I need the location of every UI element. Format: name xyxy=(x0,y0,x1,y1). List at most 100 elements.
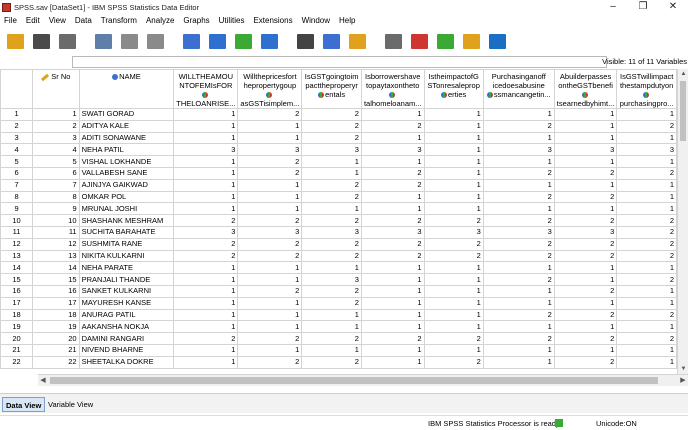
cell-value[interactable]: 1 xyxy=(360,202,425,216)
cell-value[interactable]: 3 xyxy=(237,225,303,239)
cell-value[interactable]: 2 xyxy=(616,332,677,345)
cell-sr-no[interactable]: 7 xyxy=(32,178,80,192)
column-header[interactable]: IstheimpactofG STonresaleprop erties xyxy=(423,69,484,109)
cell-value[interactable]: 2 xyxy=(237,332,303,345)
cell-value[interactable]: 1 xyxy=(616,284,677,298)
cell-value[interactable]: 1 xyxy=(301,155,362,168)
cell-value[interactable]: 1 xyxy=(482,155,555,168)
goto-variable-button[interactable] xyxy=(206,30,228,52)
cell-value[interactable]: 2 xyxy=(360,214,425,227)
cell-sr-no[interactable]: 8 xyxy=(32,190,80,204)
goto-case-button[interactable] xyxy=(180,30,202,52)
cell-value[interactable]: 2 xyxy=(616,225,677,239)
recall-dialog-button[interactable] xyxy=(92,30,114,52)
cell-value[interactable]: 1 xyxy=(482,178,555,192)
cell-name[interactable]: MRUNAL JOSHI xyxy=(78,202,175,216)
scroll-up-arrow-icon[interactable]: ▲ xyxy=(678,69,688,79)
cell-value[interactable]: 1 xyxy=(423,155,484,168)
row-number[interactable]: 4 xyxy=(0,143,34,157)
cell-value[interactable]: 2 xyxy=(482,166,555,180)
menu-analyze[interactable]: Analyze xyxy=(142,14,179,28)
cell-value[interactable]: 1 xyxy=(482,343,555,357)
cell-value[interactable]: 1 xyxy=(360,155,425,168)
scroll-down-arrow-icon[interactable]: ▼ xyxy=(678,364,688,374)
row-number[interactable]: 9 xyxy=(0,202,34,216)
cell-value[interactable]: 1 xyxy=(616,108,677,121)
cell-value[interactable]: 1 xyxy=(553,202,618,216)
cell-name[interactable]: SWATI GORAD xyxy=(78,108,175,121)
cell-value[interactable]: 1 xyxy=(553,320,618,334)
cell-value[interactable]: 2 xyxy=(553,355,618,369)
cell-value[interactable]: 1 xyxy=(173,166,239,180)
row-number[interactable]: 10 xyxy=(0,214,34,227)
cell-sr-no[interactable]: 13 xyxy=(32,249,80,263)
cell-value[interactable]: 1 xyxy=(301,343,362,357)
cell-value[interactable]: 1 xyxy=(173,296,239,310)
cell-value[interactable]: 1 xyxy=(173,343,239,357)
cell-value[interactable]: 2 xyxy=(482,214,555,227)
cell-value[interactable]: 2 xyxy=(553,249,618,263)
cell-value[interactable]: 3 xyxy=(553,225,618,239)
cell-value[interactable]: 2 xyxy=(482,119,555,133)
cell-value[interactable]: 2 xyxy=(237,214,303,227)
cell-value[interactable]: 3 xyxy=(301,273,362,286)
column-header[interactable]: Abuilderpasses ontheGSTbenefi tsearnedbyhi… xyxy=(553,69,618,109)
column-header[interactable]: Sr No xyxy=(32,69,80,109)
cell-value[interactable]: 1 xyxy=(360,355,425,369)
cell-sr-no[interactable]: 1 xyxy=(32,108,80,121)
cell-value[interactable]: 1 xyxy=(360,308,425,322)
menu-window[interactable]: Window xyxy=(298,14,335,28)
cell-name[interactable]: AJINJYA GAIKWAD xyxy=(78,178,175,192)
cell-value[interactable]: 2 xyxy=(482,308,555,322)
cell-value[interactable]: 1 xyxy=(423,131,484,145)
cell-sr-no[interactable]: 15 xyxy=(32,273,80,286)
cell-name[interactable]: NEHA PATIL xyxy=(78,143,175,157)
cell-sr-no[interactable]: 11 xyxy=(32,225,80,239)
cell-value[interactable]: 3 xyxy=(237,143,303,157)
cell-value[interactable]: 1 xyxy=(237,119,303,133)
cell-value[interactable]: 1 xyxy=(237,261,303,275)
cell-value[interactable]: 3 xyxy=(482,143,555,157)
cell-sr-no[interactable]: 14 xyxy=(32,261,80,275)
value-labels-button[interactable] xyxy=(460,30,482,52)
cell-value[interactable]: 1 xyxy=(301,202,362,216)
cell-name[interactable]: ADITYA KALE xyxy=(78,119,175,133)
cell-value[interactable]: 2 xyxy=(237,237,303,251)
cell-value[interactable]: 2 xyxy=(423,355,484,369)
cell-value[interactable]: 1 xyxy=(173,273,239,286)
cell-sr-no[interactable]: 21 xyxy=(32,343,80,357)
cell-value[interactable]: 1 xyxy=(360,273,425,286)
cell-sr-no[interactable]: 2 xyxy=(32,119,80,133)
grid-corner[interactable] xyxy=(0,69,34,109)
redo-button[interactable] xyxy=(144,30,166,52)
cell-sr-no[interactable]: 20 xyxy=(32,332,80,345)
row-number[interactable]: 2 xyxy=(0,119,34,133)
row-number[interactable]: 8 xyxy=(0,190,34,204)
cell-value[interactable]: 1 xyxy=(423,108,484,121)
cell-sr-no[interactable]: 12 xyxy=(32,237,80,251)
row-number[interactable]: 18 xyxy=(0,308,34,322)
cell-sr-no[interactable]: 3 xyxy=(32,131,80,145)
cell-value[interactable]: 1 xyxy=(482,296,555,310)
row-number[interactable]: 21 xyxy=(0,343,34,357)
cell-value[interactable]: 2 xyxy=(301,237,362,251)
cell-value[interactable]: 2 xyxy=(301,190,362,204)
cell-value[interactable]: 2 xyxy=(237,155,303,168)
scroll-right-arrow-icon[interactable]: ▶ xyxy=(678,375,688,386)
horizontal-scrollbar[interactable]: ◀ ▶ xyxy=(38,374,688,386)
cell-name[interactable]: AAKANSHA NOKJA xyxy=(78,320,175,334)
cell-sr-no[interactable]: 6 xyxy=(32,166,80,180)
cell-value[interactable]: 1 xyxy=(553,108,618,121)
cell-value[interactable]: 1 xyxy=(301,320,362,334)
print-button[interactable] xyxy=(56,30,78,52)
vertical-scrollbar[interactable]: ▲ ▼ xyxy=(677,69,688,374)
cell-name[interactable]: ANURAG PATIL xyxy=(78,308,175,322)
cell-name[interactable]: PRANJALI THANDE xyxy=(78,273,175,286)
cell-value[interactable]: 2 xyxy=(301,178,362,192)
horizontal-scroll-thumb[interactable] xyxy=(50,377,658,384)
cell-value[interactable]: 2 xyxy=(553,166,618,180)
cell-value[interactable]: 1 xyxy=(360,190,425,204)
cell-value[interactable]: 1 xyxy=(301,261,362,275)
cell-value[interactable]: 1 xyxy=(616,155,677,168)
weight-cases-button[interactable] xyxy=(408,30,430,52)
